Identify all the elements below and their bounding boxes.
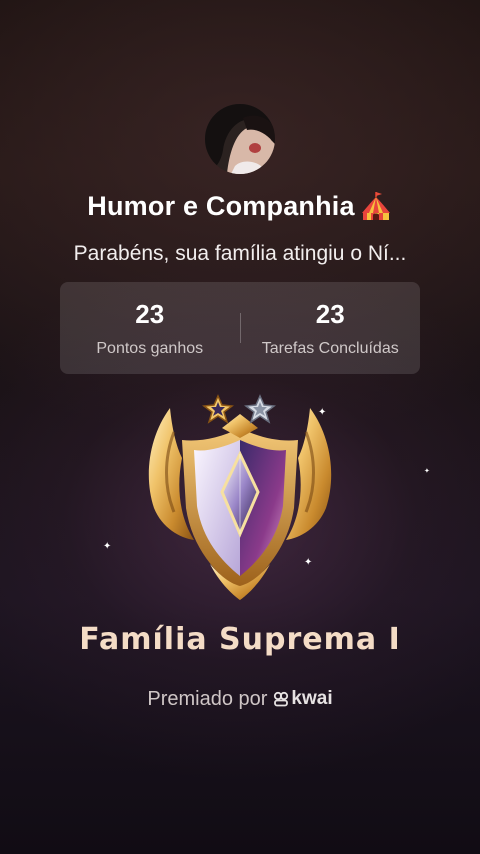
sparkle-icon: ✦ bbox=[424, 467, 430, 475]
silver-star-icon bbox=[244, 394, 276, 424]
points-label: Pontos ganhos bbox=[96, 339, 204, 357]
gold-star-icon bbox=[202, 394, 234, 424]
family-title-row: Humor e Companhia bbox=[0, 186, 480, 226]
congrats-message: Parabéns, sua família atingiu o Ní... bbox=[73, 242, 407, 265]
family-rank-shield-icon bbox=[130, 388, 350, 603]
stat-points: 23 Pontos ganhos bbox=[60, 282, 240, 374]
kwai-logo: kwai bbox=[273, 688, 333, 710]
family-name: Humor e Companhia bbox=[87, 190, 355, 221]
points-value: 23 bbox=[135, 298, 165, 329]
tasks-value: 23 bbox=[315, 298, 345, 329]
kwai-icon bbox=[273, 691, 289, 707]
avatar[interactable] bbox=[205, 104, 275, 174]
circus-tent-icon bbox=[359, 189, 393, 223]
sparkle-icon: ✦ bbox=[103, 541, 112, 552]
tasks-label: Tarefas Concluídas bbox=[261, 339, 399, 357]
stat-tasks: 23 Tarefas Concluídas bbox=[241, 282, 421, 374]
stats-panel: 23 Pontos ganhos 23 Tarefas Concluídas bbox=[60, 282, 420, 374]
kwai-wordmark: kwai bbox=[291, 688, 333, 709]
award-row: Premiado por kwai bbox=[0, 684, 480, 714]
rank-title: Família Suprema I bbox=[79, 622, 401, 657]
award-prefix: Premiado por bbox=[147, 687, 268, 710]
